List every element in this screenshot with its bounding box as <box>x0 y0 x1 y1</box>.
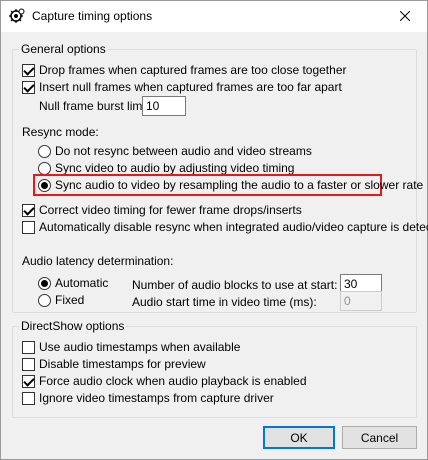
resync-option-label: Sync audio to video by resampling the au… <box>55 178 424 192</box>
cancel-button[interactable]: Cancel <box>342 426 417 449</box>
null-burst-label: Null frame burst limit: <box>39 99 152 113</box>
ok-button[interactable]: OK <box>263 426 335 449</box>
resync-option-label: Sync video to audio by adjusting video t… <box>55 161 295 175</box>
directshow-options-legend: DirectShow options <box>19 319 127 333</box>
auto-disable-checkbox[interactable]: Automatically disable resync when integr… <box>22 219 428 235</box>
latency-option-label: Automatic <box>55 276 109 290</box>
title-bar[interactable]: Capture timing options <box>1 1 427 32</box>
directshow-option-label: Ignore video timestamps from capture dri… <box>39 391 274 405</box>
gear-clock-icon <box>9 8 25 23</box>
correct-timing-checkbox[interactable]: Correct video timing for fewer frame dro… <box>22 202 302 218</box>
drop-frames-checkbox[interactable]: Drop frames when captured frames are too… <box>22 62 347 78</box>
resync-option-label: Do not resync between audio and video st… <box>55 144 312 158</box>
radio-button[interactable] <box>38 178 51 192</box>
directshow-option-label: Use audio timestamps when available <box>39 340 241 354</box>
resync-option-none[interactable]: Do not resync between audio and video st… <box>38 143 312 159</box>
dialog-window: Capture timing options General options D… <box>0 0 428 460</box>
force-audio-clock-checkbox[interactable]: Force audio clock when audio playback is… <box>22 373 307 389</box>
ignore-video-timestamps-checkbox[interactable]: Ignore video timestamps from capture dri… <box>22 390 274 406</box>
radio-button[interactable] <box>38 293 51 307</box>
checkbox-box[interactable] <box>22 203 35 217</box>
checkbox-box[interactable] <box>22 391 35 405</box>
null-burst-input[interactable]: 10 <box>142 96 186 116</box>
checkbox-box[interactable] <box>22 220 35 234</box>
radio-button[interactable] <box>38 144 51 158</box>
checkbox-box[interactable] <box>22 63 35 77</box>
general-options-legend: General options <box>19 42 108 56</box>
disable-preview-timestamps-checkbox[interactable]: Disable timestamps for preview <box>22 356 206 372</box>
checkbox-box[interactable] <box>22 374 35 388</box>
insert-null-label: Insert null frames when captured frames … <box>39 80 342 94</box>
drop-frames-label: Drop frames when captured frames are too… <box>39 63 347 77</box>
latency-fixed-radio[interactable]: Fixed <box>38 292 84 308</box>
directshow-option-label: Force audio clock when audio playback is… <box>39 374 307 388</box>
latency-automatic-radio[interactable]: Automatic <box>38 275 108 291</box>
auto-disable-label: Automatically disable resync when integr… <box>39 220 428 234</box>
audio-start-time-input[interactable]: 0 <box>340 291 382 311</box>
audio-blocks-label: Number of audio blocks to use at start: <box>132 278 338 292</box>
insert-null-checkbox[interactable]: Insert null frames when captured frames … <box>22 79 342 95</box>
checkbox-box[interactable] <box>22 357 35 371</box>
close-icon <box>400 11 410 21</box>
dialog-title: Capture timing options <box>32 9 153 23</box>
resync-mode-label: Resync mode: <box>22 125 99 139</box>
checkbox-box[interactable] <box>22 340 35 354</box>
radio-button[interactable] <box>38 161 51 175</box>
resync-option-audio-to-video[interactable]: Sync audio to video by resampling the au… <box>38 177 423 193</box>
audio-latency-label: Audio latency determination: <box>22 254 174 268</box>
audio-start-time-label: Audio start time in video time (ms): <box>132 295 317 309</box>
use-audio-timestamps-checkbox[interactable]: Use audio timestamps when available <box>22 339 240 355</box>
directshow-option-label: Disable timestamps for preview <box>39 357 206 371</box>
correct-timing-label: Correct video timing for fewer frame dro… <box>39 203 302 217</box>
checkbox-box[interactable] <box>22 80 35 94</box>
radio-button[interactable] <box>38 276 51 290</box>
latency-option-label: Fixed <box>55 293 85 307</box>
close-button[interactable] <box>383 1 427 31</box>
